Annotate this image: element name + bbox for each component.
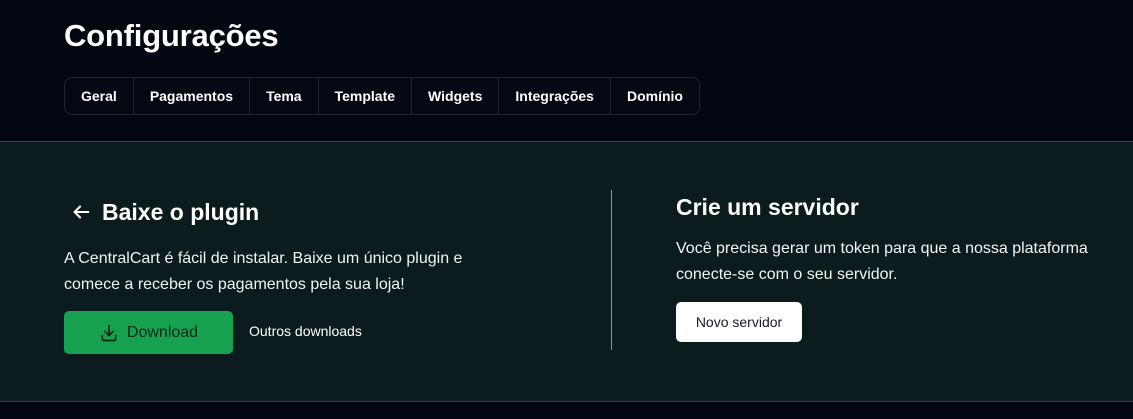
server-description: Você precisa gerar um token para que a n… (676, 240, 1088, 283)
download-label: Download (126, 323, 199, 341)
page-title: Configurações (64, 18, 279, 53)
download-button[interactable]: Download (64, 311, 233, 354)
tab-widgets[interactable]: Widgets (412, 78, 500, 114)
download-icon (99, 323, 119, 343)
plugin-heading-row: Baixe o plugin (70, 197, 259, 227)
panel-divider (611, 190, 612, 350)
plugin-heading: Baixe o plugin (102, 199, 260, 225)
other-downloads-link[interactable]: Outros downloads (249, 323, 362, 339)
tab-integracoes[interactable]: Integrações (499, 78, 611, 114)
tab-pagamentos[interactable]: Pagamentos (134, 78, 251, 114)
server-heading: Crie um servidor (676, 194, 859, 220)
settings-page: Configurações Geral Pagamentos Tema Temp… (0, 0, 1133, 419)
arrow-left-icon[interactable] (70, 201, 92, 223)
tab-template[interactable]: Template (319, 78, 413, 114)
setup-panel: Baixe o plugin A CentralCart é fácil de … (0, 141, 1133, 402)
settings-tabs: Geral Pagamentos Tema Template Widgets I… (64, 77, 700, 115)
tab-tema[interactable]: Tema (250, 78, 319, 114)
plugin-description: A CentralCart é fácil de instalar. Baixe… (64, 250, 463, 293)
tab-geral[interactable]: Geral (65, 78, 134, 114)
tab-dominio[interactable]: Domínio (611, 78, 699, 114)
new-server-button[interactable]: Novo servidor (676, 302, 802, 342)
